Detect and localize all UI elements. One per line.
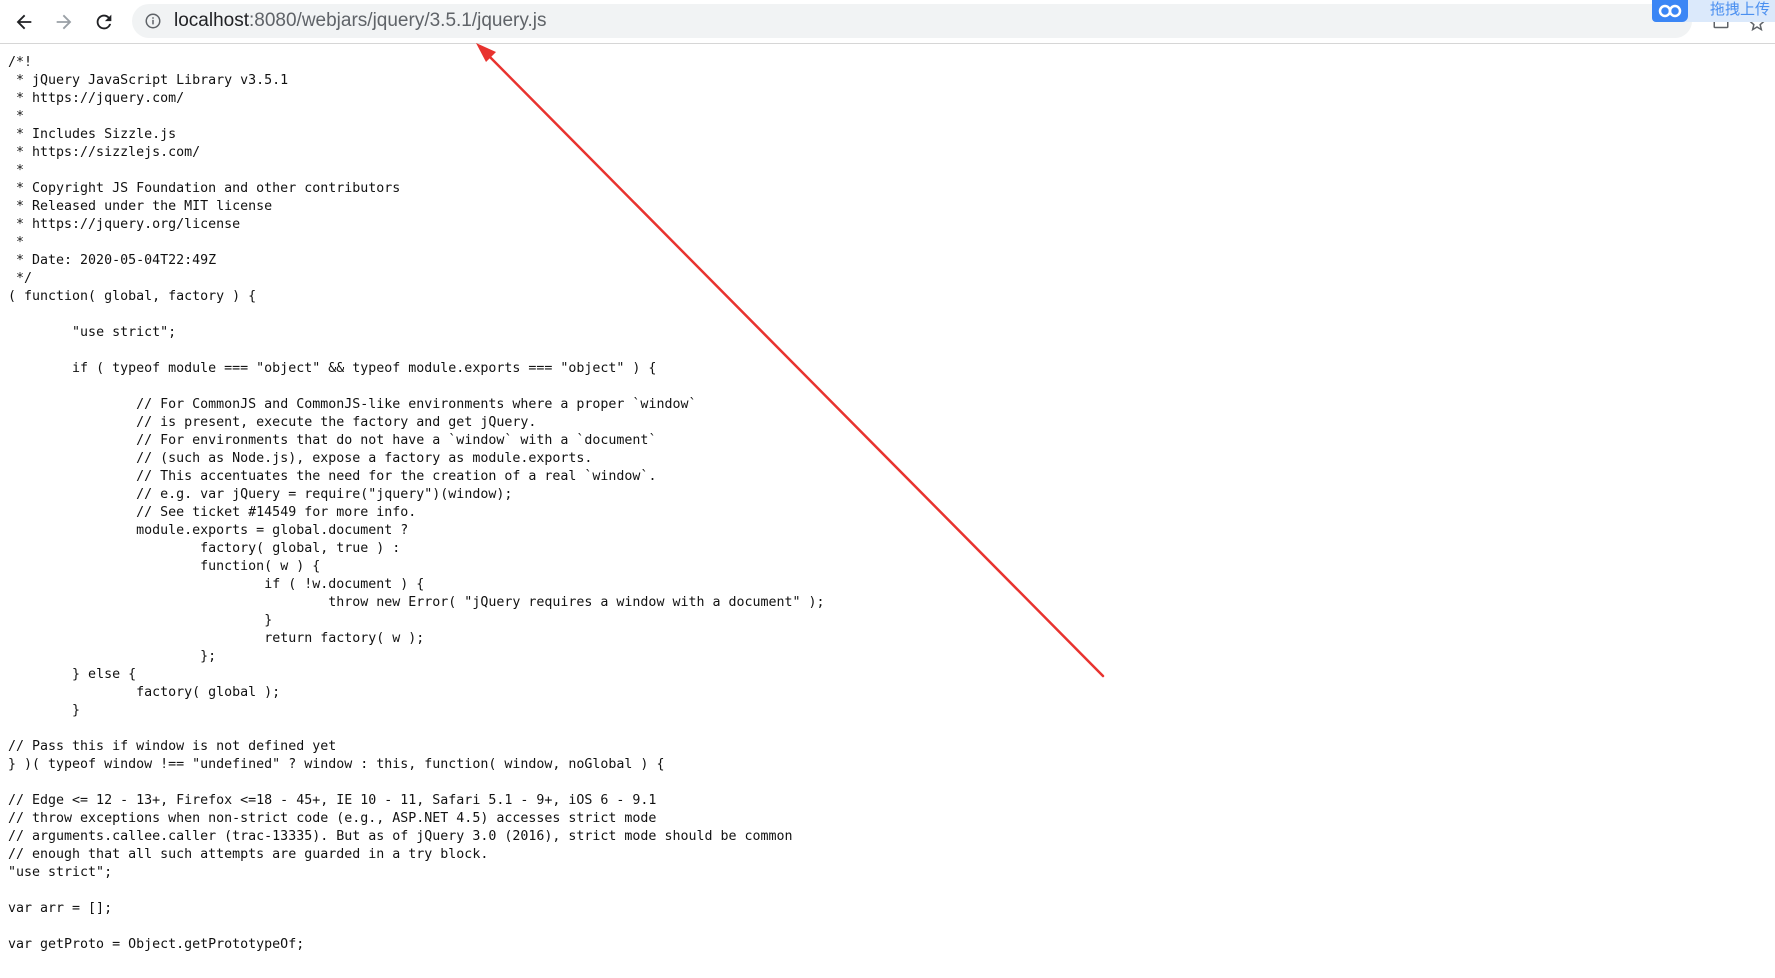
forward-button[interactable] [48,6,80,38]
reload-icon [96,14,112,30]
url-text[interactable]: localhost:8080/webjars/jquery/3.5.1/jque… [174,4,546,38]
upload-overlay[interactable]: 拖拽上传 [1652,0,1775,22]
arrow-right-icon [56,14,72,30]
javascript-source: /*! * jQuery JavaScript Library v3.5.1 *… [8,55,825,974]
arrow-left-icon [16,14,32,30]
info-icon[interactable] [144,12,162,30]
page-content: /*! * jQuery JavaScript Library v3.5.1 *… [8,54,1768,974]
back-button[interactable] [8,6,40,38]
cloud-logo-icon [1652,0,1688,22]
url-host: localhost [174,10,249,31]
url-path: :8080/webjars/jquery/3.5.1/jquery.js [249,10,547,31]
upload-label: 拖拽上传 [1710,0,1771,18]
reload-button[interactable] [88,6,120,38]
browser-toolbar: localhost:8080/webjars/jquery/3.5.1/jque… [0,0,1775,44]
address-bar[interactable]: localhost:8080/webjars/jquery/3.5.1/jque… [132,4,1692,38]
